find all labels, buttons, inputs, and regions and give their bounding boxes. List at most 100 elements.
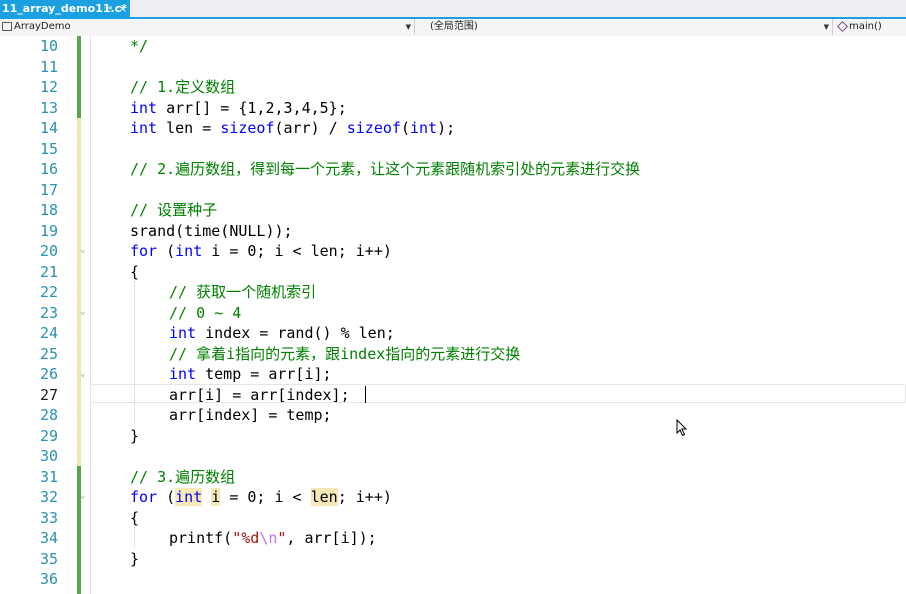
code-line[interactable]: 20 for (int i = 0; i < len; i++) (0, 241, 906, 262)
code-text: { (130, 508, 139, 529)
code-text: // 1.定义数组 (130, 77, 235, 98)
code-token: int (409, 119, 438, 137)
code-token: i (211, 488, 221, 506)
code-token: srand(time(NULL)); (130, 221, 293, 240)
code-text: srand(time(NULL)); (130, 221, 293, 242)
code-line[interactable]: 29} (0, 426, 906, 447)
code-line[interactable]: 16 // 2.遍历数组，得到每一个元素，让这个元素跟随机索引处的元素进行交换 (0, 159, 906, 180)
code-text: arr[index] = temp; (169, 405, 332, 426)
line-number: 20 (39, 242, 58, 260)
code-line[interactable]: 35} (0, 549, 906, 570)
code-line[interactable]: 32 for (int i = 0; i < len; i++) (0, 487, 906, 508)
code-text: // 获取一个随机索引 (169, 282, 316, 303)
code-token: temp = arr[i]; (196, 365, 332, 383)
project-dropdown[interactable]: ArrayDemo ▼ (0, 19, 415, 35)
member-dropdown[interactable]: main() (834, 19, 906, 35)
code-line[interactable]: 11 (0, 57, 906, 78)
code-token: */ (130, 37, 149, 55)
code-line[interactable]: 28 arr[index] = temp; (0, 405, 906, 426)
line-number: 30 (39, 447, 58, 465)
document-tab[interactable]: 11_array_demo11.c* ⊸ × (0, 0, 130, 17)
line-number: 23 (39, 303, 58, 322)
code-line[interactable]: 33 { (0, 508, 906, 529)
line-number: 34 (39, 529, 58, 547)
line-number: 16 (39, 160, 58, 178)
code-text: int index = rand() % len; (169, 323, 395, 344)
code-text: for (int i = 0; i < len; i++) (130, 241, 392, 262)
code-line[interactable]: 34 printf("%d\n", arr[i]); (0, 528, 906, 549)
code-line[interactable]: 12 // 1.定义数组 (0, 77, 906, 98)
code-text: { (130, 262, 139, 283)
code-token: // 1.定义数组 (130, 78, 236, 96)
code-token: int (130, 98, 158, 117)
line-number: 28 (39, 406, 58, 424)
code-token: for (130, 242, 158, 260)
navigation-bar: ArrayDemo ▼ (全局范围) ▼ main() (0, 19, 906, 37)
code-line[interactable]: 30 (0, 446, 906, 467)
code-token: ); (437, 119, 456, 137)
code-token: // 拿着i指向的元素，跟index指向的元素进行交换 (169, 344, 521, 363)
line-number: 17 (39, 180, 58, 199)
chevron-down-icon: ▼ (823, 23, 829, 31)
code-token: // 3.遍历数组 (130, 467, 236, 486)
document-tab-strip: 11_array_demo11.c* ⊸ × (0, 0, 906, 19)
pin-icon[interactable]: ⊸ (104, 0, 112, 17)
code-token: ; i++) (337, 488, 392, 506)
chevron-down-icon: ▼ (405, 23, 411, 31)
code-text: arr[i] = arr[index]; (169, 385, 350, 406)
code-line[interactable]: 19 srand(time(NULL)); (0, 221, 906, 242)
code-line[interactable]: 26 int temp = arr[i]; (0, 364, 906, 385)
code-token: ( (157, 488, 176, 506)
code-text: // 3.遍历数组 (130, 467, 235, 488)
code-line[interactable]: 31 // 3.遍历数组 (0, 467, 906, 488)
line-number: 18 (39, 201, 58, 219)
code-line[interactable]: 13 int arr[] = {1,2,3,4,5}; (0, 98, 906, 119)
code-token: { (130, 508, 140, 527)
code-text: // 0 ~ 4 (169, 303, 241, 324)
line-number: 32 (39, 488, 58, 506)
code-line[interactable]: 15 (0, 139, 906, 160)
code-token: index = rand() % len; (196, 324, 395, 342)
code-token: arr[i] = arr[index]; (169, 385, 350, 404)
scope-dropdown[interactable]: (全局范围) ▼ (416, 19, 833, 35)
code-line[interactable]: 21 { (0, 262, 906, 283)
code-token: sizeof (220, 119, 275, 137)
code-token: printf( (169, 529, 233, 547)
line-number: 22 (39, 283, 58, 301)
code-token: // 设置种子 (130, 201, 218, 219)
code-line[interactable]: 22 // 获取一个随机索引 (0, 282, 906, 303)
code-token: ( (400, 119, 410, 137)
code-line[interactable]: 10 */ (0, 36, 906, 57)
line-number: 24 (39, 324, 58, 342)
project-name: ArrayDemo (14, 21, 71, 32)
code-line[interactable]: 36 (0, 569, 906, 590)
code-token: (arr) / (274, 119, 347, 137)
code-text: } (130, 549, 139, 570)
code-text: // 拿着i指向的元素，跟index指向的元素进行交换 (169, 344, 520, 365)
code-token: len (310, 488, 338, 506)
scope-name: (全局范围) (430, 21, 478, 32)
code-line[interactable]: 27 arr[i] = arr[index]; (0, 385, 906, 406)
code-text: // 2.遍历数组，得到每一个元素，让这个元素跟随机索引处的元素进行交换 (130, 159, 640, 180)
code-text: int arr[] = {1,2,3,4,5}; (130, 98, 347, 119)
code-line[interactable]: 25 // 拿着i指向的元素，跟index指向的元素进行交换 (0, 344, 906, 365)
close-icon[interactable]: × (118, 0, 127, 17)
code-line[interactable]: 18 // 设置种子 (0, 200, 906, 221)
code-text: } (130, 426, 139, 447)
code-line[interactable]: 23 // 0 ~ 4 (0, 303, 906, 324)
code-editor[interactable]: ⌄ ⌄ ⌄ ⌄ 10 */11 12// 1.定义数组 13 int arr[] = {… (0, 36, 906, 594)
line-number: 25 (39, 344, 58, 363)
code-line[interactable]: 17 (0, 180, 906, 201)
code-token: } (130, 426, 140, 445)
code-token: arr[index] = temp; (169, 406, 332, 424)
code-text: for (int i = 0; i < len; i++) (130, 487, 392, 508)
code-token: "%d (232, 529, 260, 547)
code-token: { (130, 262, 140, 281)
line-number: 21 (39, 262, 58, 281)
code-line[interactable]: 24 int index = rand() % len; (0, 323, 906, 344)
code-line[interactable]: 14 int len = sizeof(arr) / sizeof(int); (0, 118, 906, 139)
line-number: 12 (39, 78, 58, 96)
function-icon (837, 21, 848, 32)
code-token: len = (157, 119, 221, 137)
